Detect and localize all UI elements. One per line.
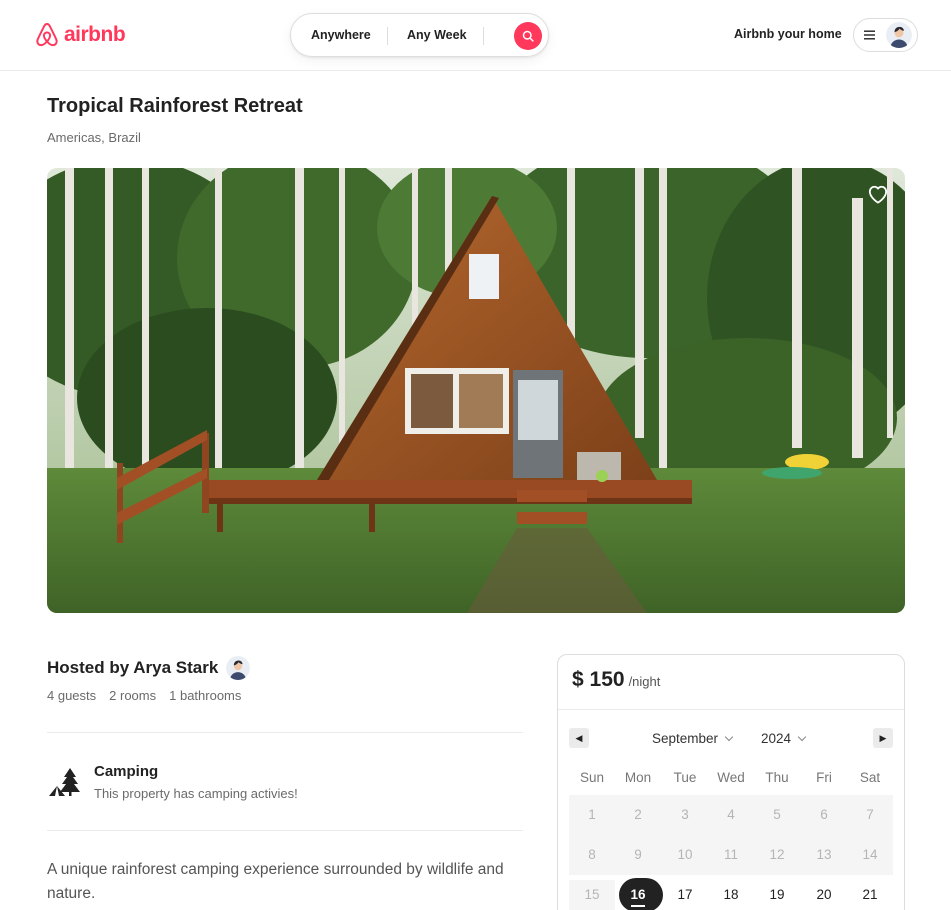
search-any-week[interactable]: Any Week — [407, 28, 467, 42]
search-button[interactable] — [514, 22, 542, 50]
search-divider — [387, 27, 388, 45]
calendar-day: 5 — [773, 807, 781, 822]
host-avatar — [226, 656, 251, 680]
rooms-count: 2 rooms — [109, 688, 157, 703]
caret-left-icon: ◀ — [575, 732, 583, 743]
weekday-mon: Mon — [624, 770, 652, 785]
top-navigation: airbnb Anywhere Any Week Airbnb your hom… — [0, 0, 951, 71]
weekday-wed: Wed — [717, 770, 745, 785]
calendar-day: 12 — [769, 847, 785, 862]
listing-photo — [47, 168, 905, 613]
month-label: September — [652, 731, 719, 746]
prev-month-button[interactable]: ◀ — [569, 728, 589, 748]
calendar-day: 13 — [816, 847, 832, 862]
chevron-down-icon — [797, 732, 807, 741]
calendar-day: 11 — [723, 847, 738, 862]
price-amount: $ 150 — [572, 668, 625, 691]
calendar-day[interactable]: 18 — [708, 880, 754, 910]
listing-stats: 4 guests 2 rooms 1 bathrooms — [47, 688, 241, 703]
listing-title: Tropical Rainforest Retreat — [47, 95, 303, 117]
weekday-sat: Sat — [859, 770, 881, 785]
search-anywhere[interactable]: Anywhere — [311, 28, 371, 42]
user-avatar — [886, 22, 912, 48]
calendar-day: 9 — [634, 847, 642, 862]
guests-count: 4 guests — [47, 688, 97, 703]
calendar-day[interactable]: 21 — [847, 880, 893, 910]
section-divider — [47, 732, 523, 733]
calendar-day: 2 — [634, 807, 642, 822]
calendar-day: 3 — [681, 807, 689, 822]
calendar-day-selected[interactable]: 16 — [615, 878, 663, 910]
hamburger-menu-icon — [864, 30, 875, 40]
nightly-price: $ 150 /night — [572, 668, 660, 692]
calendar-day[interactable]: 17 — [662, 880, 708, 910]
weekday-thu: Thu — [765, 770, 789, 785]
calendar-day[interactable]: 20 — [801, 880, 847, 910]
chevron-down-icon — [724, 732, 734, 741]
month-select[interactable]: September — [652, 731, 734, 746]
next-month-button[interactable]: ▶ — [873, 728, 893, 748]
section-divider — [47, 830, 523, 831]
calendar-day[interactable]: 19 — [754, 880, 800, 910]
caret-right-icon: ▶ — [879, 732, 887, 743]
airbnb-logo-icon — [36, 23, 58, 47]
host-heading: Hosted by Arya Stark — [47, 656, 251, 680]
calendar-day: 8 — [588, 847, 596, 862]
year-select[interactable]: 2024 — [761, 731, 807, 746]
favorite-heart-icon[interactable] — [867, 184, 889, 204]
search-divider — [483, 27, 484, 45]
calendar-day: 4 — [727, 807, 735, 822]
calendar-day: 1 — [588, 807, 596, 822]
calendar-day: 7 — [866, 807, 874, 822]
card-divider — [558, 709, 904, 710]
user-menu-button[interactable] — [853, 18, 918, 52]
feature-description: This property has camping activies! — [94, 786, 298, 801]
selected-day-label: 16 — [630, 887, 646, 902]
listing-description: A unique rainforest camping experience s… — [47, 861, 504, 902]
search-bar[interactable]: Anywhere Any Week — [290, 13, 549, 57]
logo-wordmark: airbnb — [64, 23, 126, 46]
booking-card: $ 150 /night ◀ September 2024 ▶ Sun Mon … — [557, 654, 905, 910]
listing-location: Americas, Brazil — [47, 130, 141, 145]
airbnb-your-home-link[interactable]: Airbnb your home — [734, 27, 842, 41]
calendar-day: 10 — [677, 847, 693, 862]
calendar-day: 6 — [820, 807, 828, 822]
camping-tent-tree-icon — [49, 768, 80, 796]
feature-title: Camping — [94, 763, 159, 780]
calendar-day: 15 — [569, 880, 615, 910]
price-unit: /night — [628, 674, 661, 689]
search-icon — [522, 30, 534, 42]
calendar-day: 14 — [862, 847, 878, 862]
airbnb-logo[interactable]: airbnb — [34, 22, 126, 48]
weekday-fri: Fri — [816, 770, 832, 785]
bathrooms-count: 1 bathrooms — [169, 688, 242, 703]
host-heading-text: Hosted by Arya Stark — [47, 658, 219, 677]
year-label: 2024 — [761, 731, 792, 746]
weekday-tue: Tue — [673, 770, 697, 785]
weekday-sun: Sun — [579, 770, 605, 785]
today-indicator — [631, 905, 645, 907]
